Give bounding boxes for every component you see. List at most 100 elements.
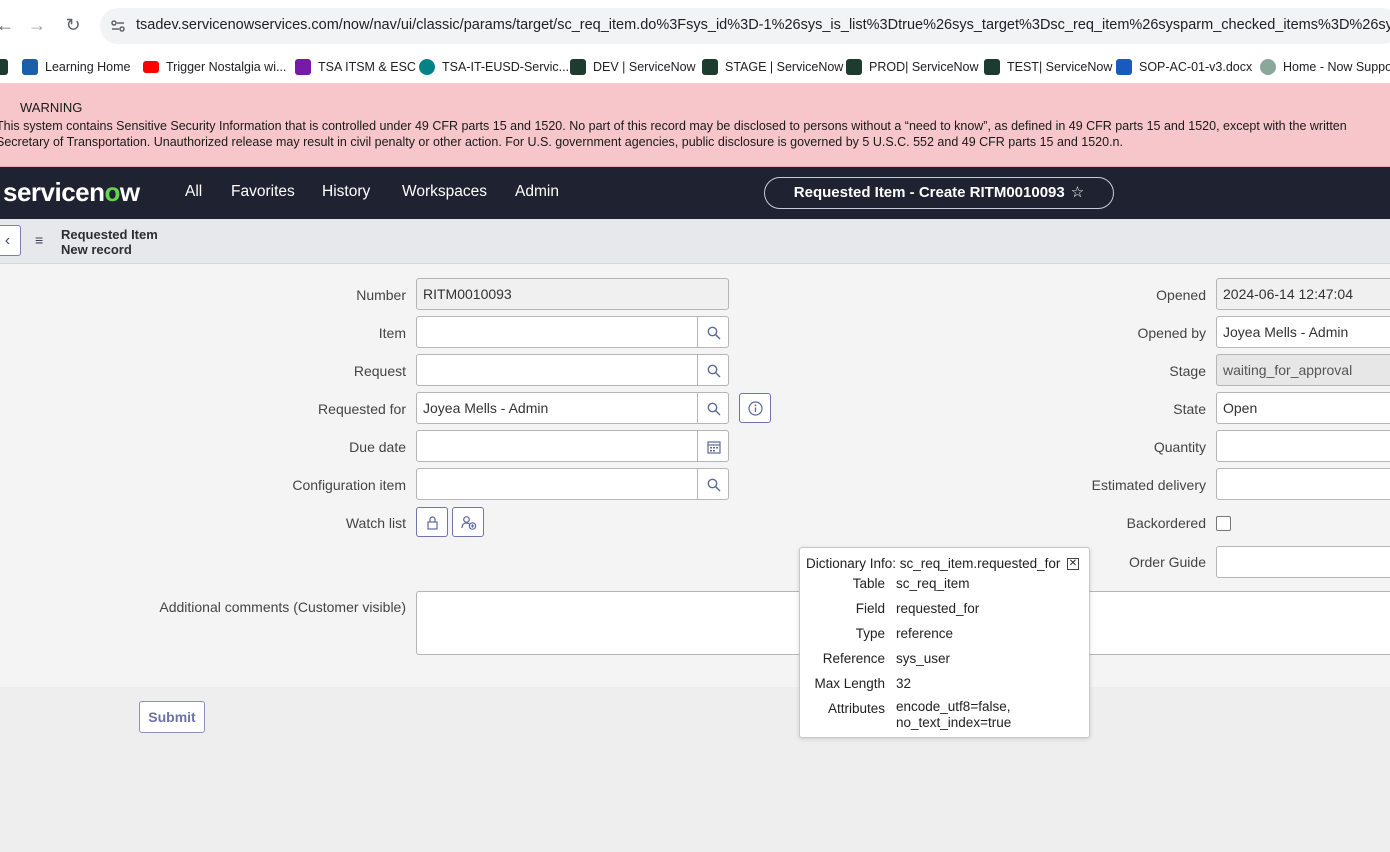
- dictionary-key: Max Length: [814, 676, 885, 691]
- item-lookup-button[interactable]: [697, 316, 729, 348]
- stage-field: waiting_for_approval: [1216, 354, 1390, 386]
- context-menu-icon[interactable]: ≡: [35, 232, 47, 248]
- youtube-icon: [143, 61, 159, 73]
- servicenow-icon: [984, 59, 1000, 75]
- attribute-line-1: encode_utf8=false,: [896, 699, 1011, 714]
- bookmark-stage[interactable]: STAGE | ServiceNow: [702, 55, 843, 79]
- bookmark-dev[interactable]: DEV | ServiceNow: [570, 55, 696, 79]
- servicenow-header: servicenow All Favorites History Workspa…: [0, 167, 1390, 219]
- due-date-label: Due date: [349, 439, 406, 455]
- configuration-item-label: Configuration item: [292, 477, 406, 493]
- quantity-label: Quantity: [1153, 439, 1206, 455]
- warning-line-2: Secretary of Transportation. Unauthorize…: [0, 135, 1123, 149]
- dictionary-value: requested_for: [896, 601, 980, 616]
- opened-by-field[interactable]: Joyea Mells - Admin: [1216, 316, 1390, 348]
- request-lookup-button[interactable]: [697, 354, 729, 386]
- dictionary-key: Table: [852, 576, 885, 591]
- servicenow-icon: [570, 59, 586, 75]
- requested-for-label: Requested for: [318, 401, 406, 417]
- watch-list-unlock-button[interactable]: [416, 507, 448, 537]
- bookmark-trigger-nostalgia[interactable]: Trigger Nostalgia wi...: [143, 55, 286, 79]
- search-icon: [707, 402, 721, 416]
- servicenow-logo[interactable]: servicenow: [3, 177, 140, 208]
- close-icon[interactable]: ✕: [1067, 558, 1079, 570]
- logo-text-end: w: [119, 177, 140, 207]
- form-header-bar: ‹ ≡ Requested Item New record: [0, 219, 1390, 264]
- opened-field[interactable]: 2024-06-14 12:47:04: [1216, 278, 1390, 310]
- menu-admin[interactable]: Admin: [515, 183, 559, 201]
- state-select[interactable]: Open: [1216, 392, 1390, 424]
- backordered-label: Backordered: [1126, 515, 1206, 531]
- watch-list-label: Watch list: [345, 515, 406, 531]
- requested-for-lookup-button[interactable]: [697, 392, 729, 424]
- search-icon: [707, 478, 721, 492]
- app-root: ← → ↻ tsadev.servicenowservices.com/now/…: [0, 0, 1390, 852]
- bookmark-label: SOP-AC-01-v3.docx: [1139, 60, 1253, 74]
- dictionary-value: 32: [896, 676, 912, 691]
- sap-ns2-icon: [22, 59, 38, 75]
- bookmark-sop[interactable]: SOP-AC-01-v3.docx: [1116, 55, 1252, 79]
- forward-arrow-icon[interactable]: →: [26, 14, 48, 36]
- bookmark-test[interactable]: TEST| ServiceNow: [984, 55, 1112, 79]
- url-bar[interactable]: tsadev.servicenowservices.com/now/nav/ui…: [100, 8, 1390, 44]
- stage-label: Stage: [1169, 363, 1206, 379]
- warning-title: WARNING: [20, 100, 83, 115]
- watch-list-add-me-button[interactable]: [452, 507, 484, 537]
- number-field[interactable]: RITM0010093: [416, 278, 729, 310]
- bookmark-tsa-itsm[interactable]: TSA ITSM & ESC: [295, 55, 416, 79]
- sharepoint-icon: [419, 59, 435, 75]
- submit-button[interactable]: Submit: [139, 701, 205, 733]
- dictionary-key: Attributes: [827, 701, 885, 716]
- bookmark-prod[interactable]: PROD| ServiceNow: [846, 55, 979, 79]
- menu-favorites[interactable]: Favorites: [231, 183, 295, 201]
- quantity-field[interactable]: [1216, 430, 1390, 462]
- warning-text: This system contains Sensitive Security …: [0, 118, 1390, 150]
- estimated-delivery-label: Estimated delivery: [1091, 477, 1206, 493]
- now-support-icon: [1260, 59, 1276, 75]
- bookmark-label: Home - Now Support: [1283, 60, 1390, 74]
- reload-icon[interactable]: ↻: [62, 14, 84, 36]
- bookmarks-bar: Learning Home Trigger Nostalgia wi... TS…: [0, 50, 1390, 84]
- due-date-field[interactable]: [416, 430, 698, 462]
- dictionary-key: Type: [855, 626, 885, 641]
- requested-for-info-button[interactable]: [739, 393, 771, 423]
- bookmark-label: STAGE | ServiceNow: [725, 60, 844, 74]
- configuration-item-lookup-button[interactable]: [697, 468, 729, 500]
- due-date-picker-button[interactable]: [697, 430, 729, 462]
- requested-for-field[interactable]: Joyea Mells - Admin: [416, 392, 698, 424]
- estimated-delivery-field[interactable]: [1216, 468, 1390, 500]
- site-settings-icon[interactable]: [110, 18, 126, 34]
- servicenow-icon: [0, 59, 8, 75]
- item-label: Item: [378, 325, 406, 341]
- attribute-line-2: no_text_index=true: [896, 715, 1012, 730]
- opened-label: Opened: [1156, 287, 1206, 303]
- back-button[interactable]: ‹: [0, 225, 21, 256]
- bookmark-label: Trigger Nostalgia wi...: [166, 60, 287, 74]
- search-icon: [707, 326, 721, 340]
- request-field[interactable]: [416, 354, 698, 386]
- order-guide-field[interactable]: [1216, 546, 1390, 578]
- favorite-star-icon[interactable]: ☆: [1071, 184, 1084, 201]
- warning-line-1: This system contains Sensitive Security …: [0, 119, 1347, 133]
- order-guide-label: Order Guide: [1128, 554, 1206, 570]
- context-title: Requested Item - Create RITM0010093: [793, 184, 1065, 201]
- record-status: New record: [61, 242, 132, 257]
- menu-all[interactable]: All: [185, 183, 202, 201]
- logo-o: o: [104, 177, 121, 207]
- dictionary-key: Reference: [822, 651, 885, 666]
- add-user-icon: [461, 516, 477, 530]
- word-icon: [1116, 59, 1132, 75]
- bookmark-partial[interactable]: [0, 55, 15, 79]
- bookmark-now-support[interactable]: Home - Now Support: [1260, 55, 1390, 79]
- configuration-item-field[interactable]: [416, 468, 698, 500]
- bookmark-learning-home[interactable]: Learning Home: [22, 55, 130, 79]
- bookmark-tsa-it-eusd[interactable]: TSA-IT-EUSD-Servic...: [419, 55, 569, 79]
- menu-workspaces[interactable]: Workspaces: [402, 183, 487, 201]
- dictionary-info-header: Dictionary Info: sc_req_item.requested_f…: [806, 556, 1061, 571]
- menu-history[interactable]: History: [322, 183, 370, 201]
- dictionary-value: sys_user: [896, 651, 951, 666]
- back-arrow-icon[interactable]: ←: [0, 14, 16, 36]
- backordered-checkbox[interactable]: [1216, 516, 1231, 531]
- bookmark-label: PROD| ServiceNow: [869, 60, 979, 74]
- item-field[interactable]: [416, 316, 698, 348]
